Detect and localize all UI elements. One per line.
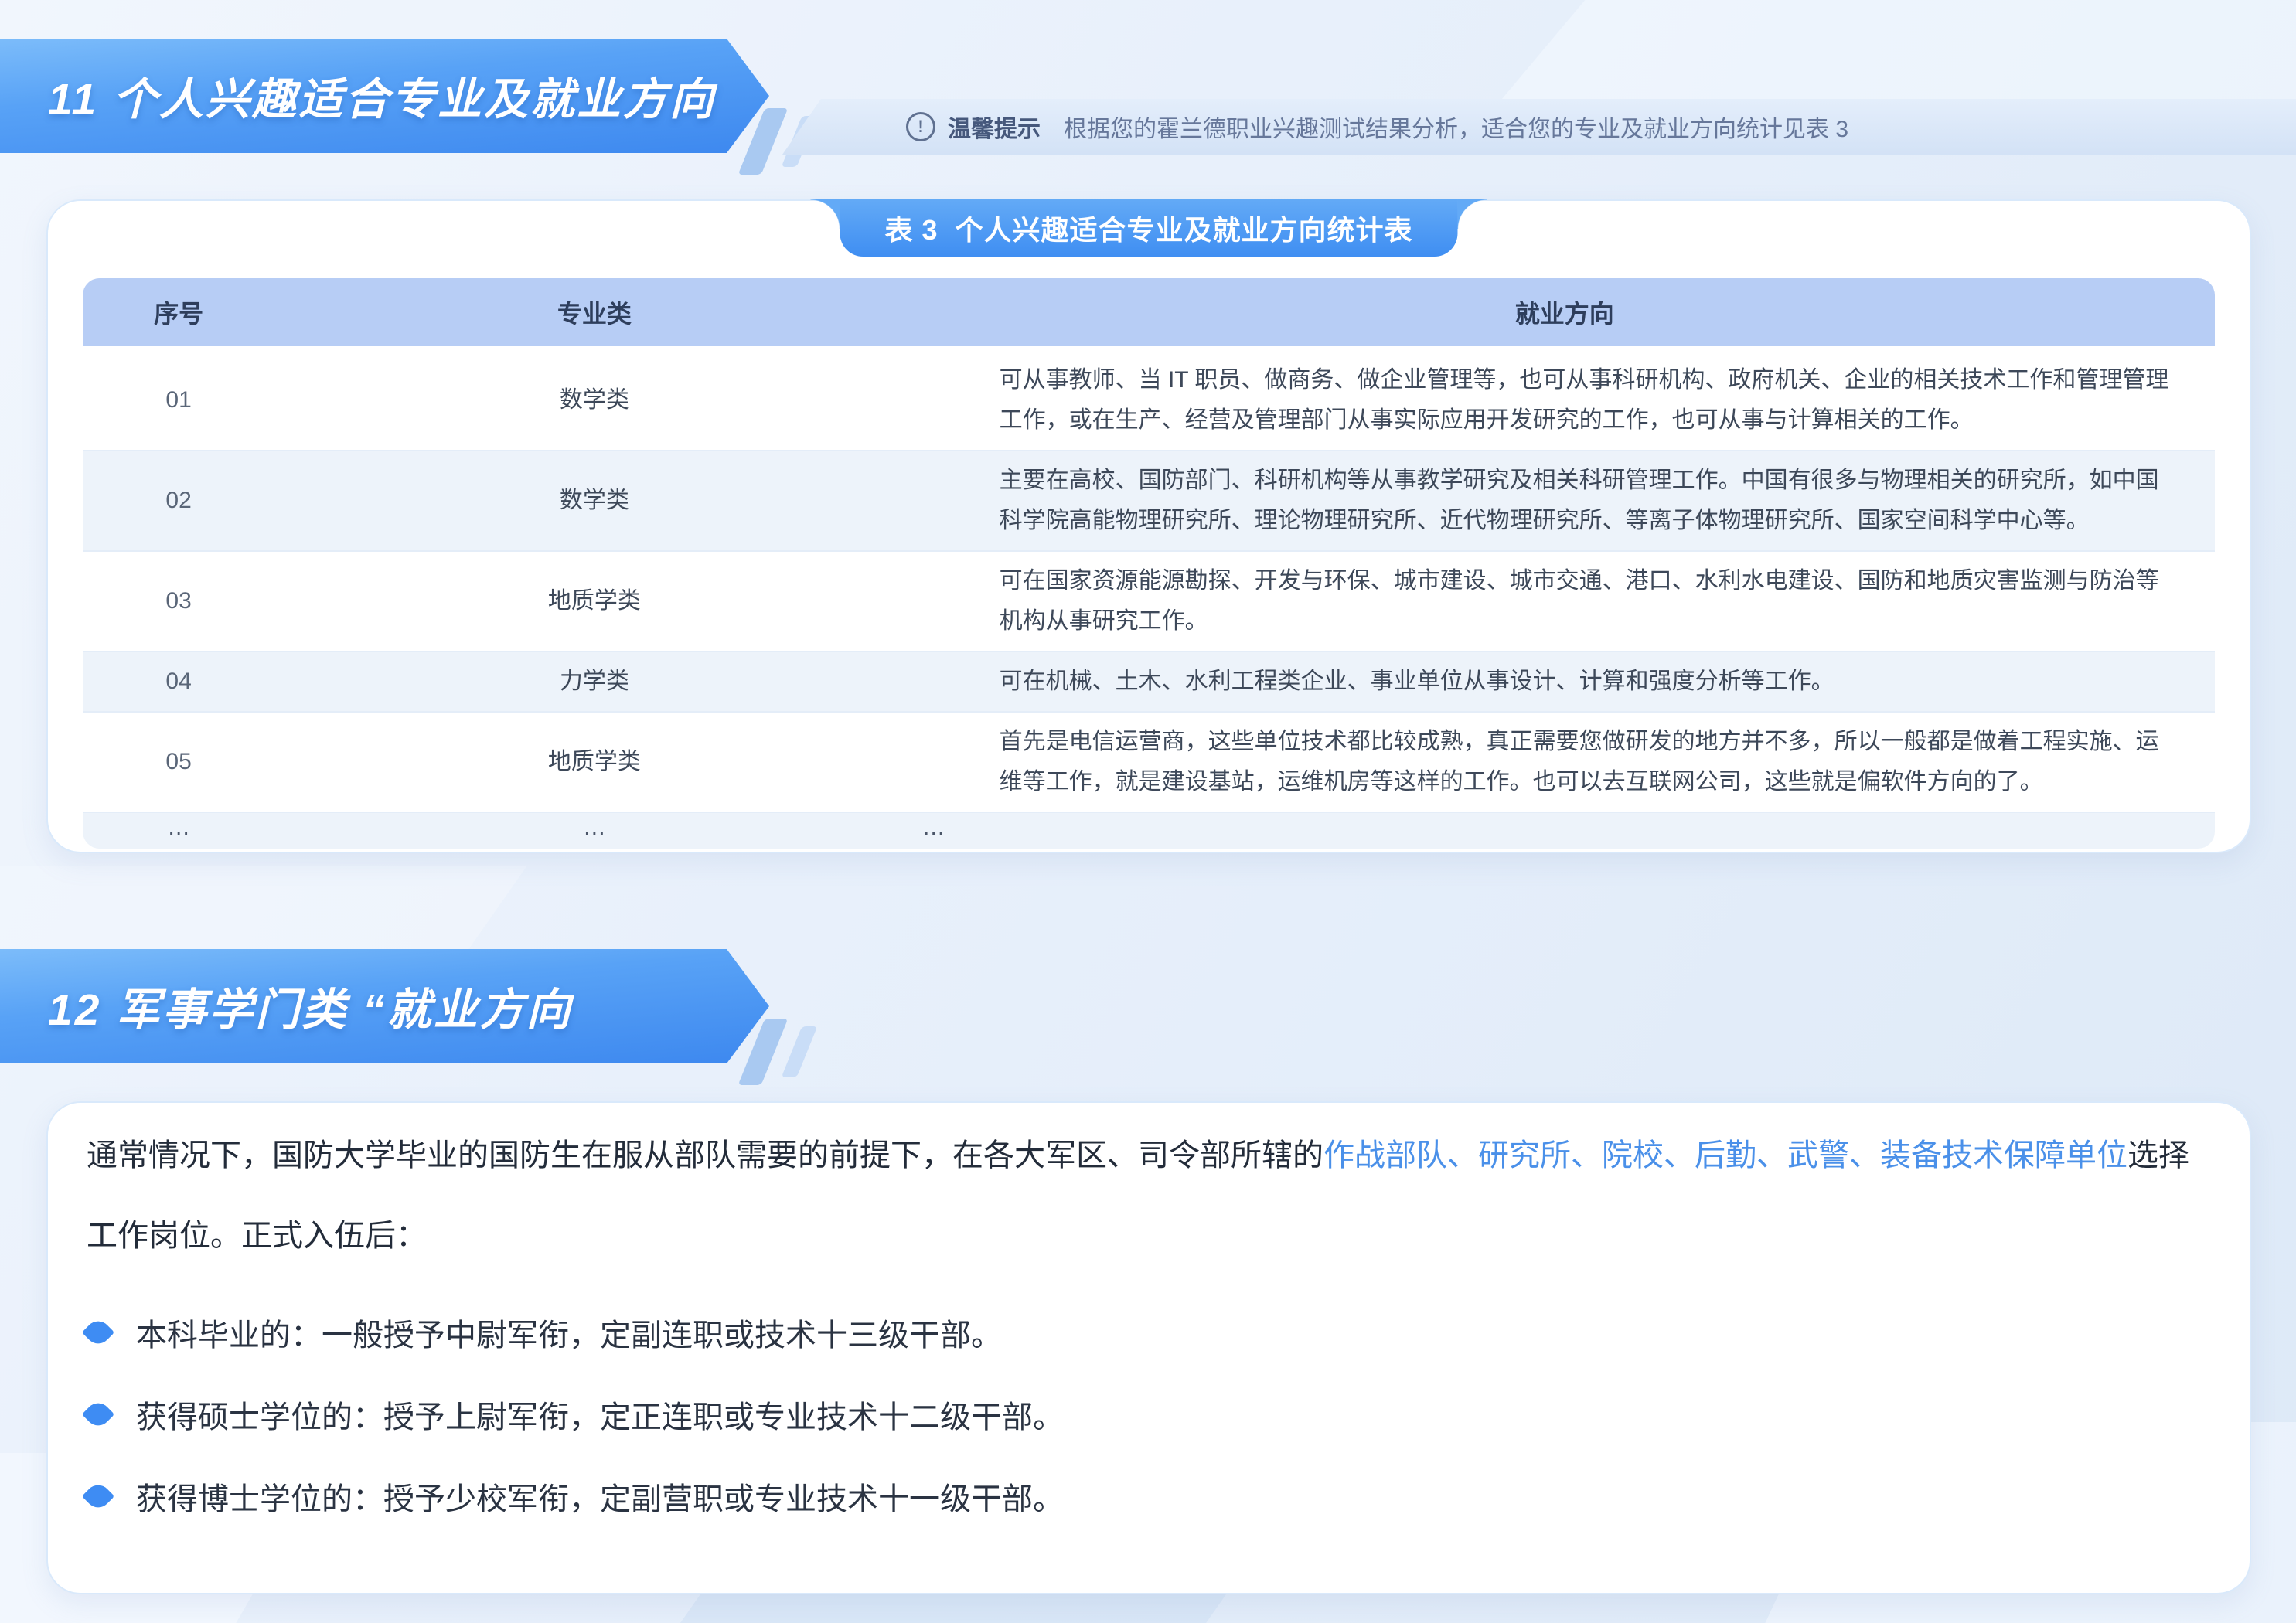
list-item: 获得博士学位的：授予少校军衔，定副营职或专业技术十一级干部。 — [87, 1474, 2219, 1519]
cell-jobs: … — [915, 812, 2215, 849]
cell-jobs: 可在机械、土木、水利工程类企业、事业单位从事设计、计算和强度分析等工作。 — [915, 651, 2215, 711]
cell-jobs: 主要在高校、国防部门、科研机构等从事教学研究及相关科研管理工作。中国有很多与物理… — [915, 450, 2215, 550]
cell-index: 03 — [83, 550, 274, 651]
bullet-leaf-icon — [82, 1398, 114, 1431]
list-item: 本科毕业的：一般授予中尉军衔，定副连职或技术十三级干部。 — [87, 1310, 2219, 1355]
table-row-ellipsis: … … … — [83, 812, 2215, 849]
cell-jobs: 首先是电信运营商，这些单位技术都比较成熟，真正需要您做研发的地方并不多，所以一般… — [915, 711, 2215, 812]
bg-shape — [0, 866, 527, 958]
section-11-banner: 11 个人兴趣适合专业及就业方向 — [0, 39, 769, 153]
bullet-leaf-icon — [82, 1316, 114, 1349]
cell-jobs: 可在国家资源能源勘探、开发与环保、城市建设、城市交通、港口、水利水电建设、国防和… — [915, 550, 2215, 651]
table-header-row: 序号 专业类 就业方向 — [83, 278, 2215, 351]
info-circle-icon: ! — [906, 112, 935, 141]
rank-list: 本科毕业的：一般授予中尉军衔，定副连职或技术十三级干部。 获得硕士学位的：授予上… — [48, 1310, 2250, 1519]
table-row: 03 地质学类 可在国家资源能源勘探、开发与环保、城市建设、城市交通、港口、水利… — [83, 550, 2215, 651]
table-row: 02 数学类 主要在高校、国防部门、科研机构等从事教学研究及相关科研管理工作。中… — [83, 450, 2215, 550]
table-badge: 表 3 个人兴趣适合专业及就业方向统计表 — [840, 199, 1457, 257]
intro-paragraph: 通常情况下，国防大学毕业的国防生在服从部队需要的前提下，在各大军区、司令部所辖的… — [87, 1115, 2219, 1276]
majors-table-card: 表 3 个人兴趣适合专业及就业方向统计表 序号 专业类 就业方向 01 数学类 … — [46, 199, 2251, 853]
col-header-index: 序号 — [83, 278, 274, 351]
list-item-text: 获得硕士学位的：授予上尉军衔，定正连职或专业技术十二级干部。 — [136, 1392, 1064, 1437]
bullet-leaf-icon — [82, 1480, 114, 1512]
banner-stripe-decoration — [782, 1026, 818, 1077]
cell-major: 数学类 — [274, 351, 914, 450]
paragraph-text: 通常情况下，国防大学毕业的国防生在服从部队需要的前提下，在各大军区、司令部所辖的 — [87, 1138, 1323, 1172]
col-header-major: 专业类 — [274, 278, 914, 351]
military-card: 通常情况下，国防大学毕业的国防生在服从部队需要的前提下，在各大军区、司令部所辖的… — [46, 1101, 2251, 1594]
tip-label: 温馨提示 — [948, 110, 1041, 144]
cell-major: 地质学类 — [274, 550, 914, 651]
tip-text: 根据您的霍兰德职业兴趣测试结果分析，适合您的专业及就业方向统计见表 3 — [1064, 110, 1848, 144]
cell-index: 04 — [83, 651, 274, 711]
majors-table: 序号 专业类 就业方向 01 数学类 可从事教师、当 IT 职员、做商务、做企业… — [83, 278, 2215, 849]
cell-major: … — [274, 812, 914, 849]
cell-major: 地质学类 — [274, 711, 914, 812]
cell-index: 05 — [83, 711, 274, 812]
section-12-banner: 12 军事学门类 “就业方向 — [0, 949, 769, 1063]
cell-jobs: 可从事教师、当 IT 职员、做商务、做企业管理等，也可从事科研机构、政府机关、企… — [915, 351, 2215, 450]
section-11-title: 11 个人兴趣适合专业及就业方向 — [48, 64, 716, 128]
list-item-text: 获得博士学位的：授予少校军衔，定副营职或专业技术十一级干部。 — [136, 1474, 1064, 1519]
tip-bar: ! 温馨提示 根据您的霍兰德职业兴趣测试结果分析，适合您的专业及就业方向统计见表… — [782, 99, 2296, 155]
list-item-text: 本科毕业的：一般授予中尉军衔，定副连职或技术十三级干部。 — [136, 1310, 1002, 1355]
cell-index: … — [83, 812, 274, 849]
section-12-title: 12 军事学门类 “就业方向 — [48, 975, 573, 1038]
cell-major: 数学类 — [274, 450, 914, 550]
list-item: 获得硕士学位的：授予上尉军衔，定正连职或专业技术十二级干部。 — [87, 1392, 2219, 1437]
cell-major: 力学类 — [274, 651, 914, 711]
col-header-jobs: 就业方向 — [915, 278, 2215, 351]
table-row: 01 数学类 可从事教师、当 IT 职员、做商务、做企业管理等，也可从事科研机构… — [83, 351, 2215, 450]
cell-index: 01 — [83, 351, 274, 450]
unit-types-highlight: 作战部队、研究所、院校、后勤、武警、装备技术保障单位 — [1323, 1138, 2127, 1172]
table-row: 05 地质学类 首先是电信运营商，这些单位技术都比较成熟，真正需要您做研发的地方… — [83, 711, 2215, 812]
table-row: 04 力学类 可在机械、土木、水利工程类企业、事业单位从事设计、计算和强度分析等… — [83, 651, 2215, 711]
cell-index: 02 — [83, 450, 274, 550]
majors-table-wrap: 序号 专业类 就业方向 01 数学类 可从事教师、当 IT 职员、做商务、做企业… — [83, 278, 2215, 849]
report-page: 11 个人兴趣适合专业及就业方向 ! 温馨提示 根据您的霍兰德职业兴趣测试结果分… — [0, 0, 2296, 1623]
